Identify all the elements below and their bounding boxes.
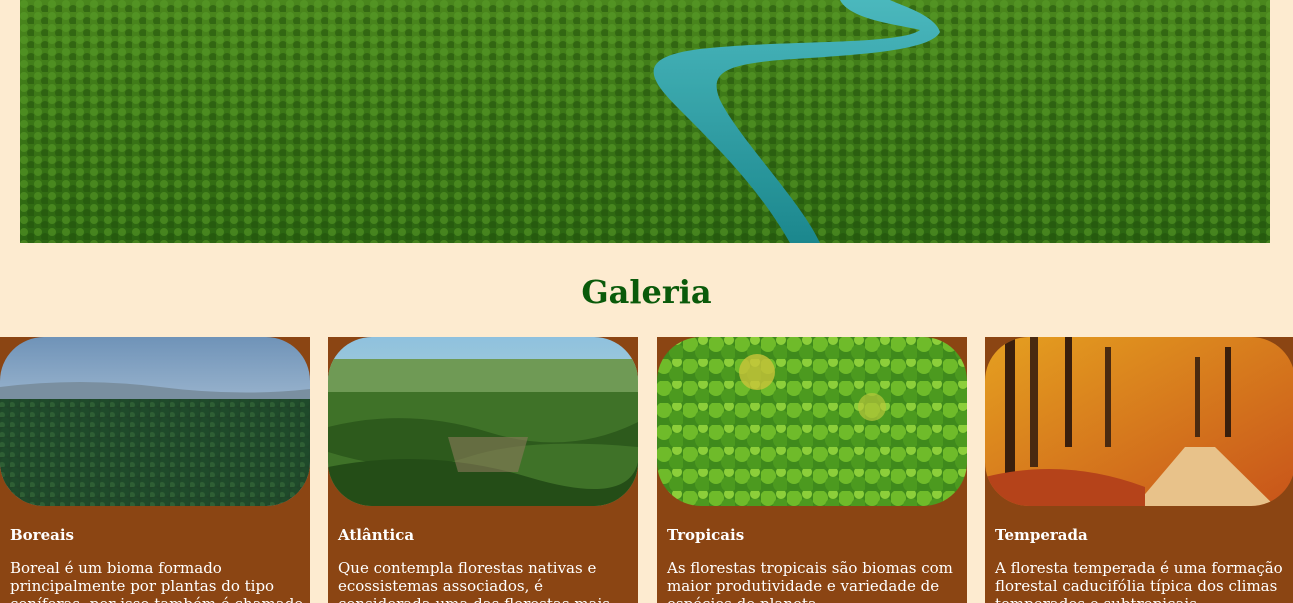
gallery-cards: Boreais Boreal é um bioma formado princi… <box>0 337 1293 603</box>
gallery-title: Galeria <box>581 273 712 311</box>
card-text: A floresta temperada é uma formação flor… <box>995 559 1283 603</box>
boreal-forest-photo <box>0 337 310 506</box>
card-text: Boreal é um bioma formado principalmente… <box>10 559 303 603</box>
card-text: As florestas tropicais são biomas com ma… <box>667 559 953 603</box>
card-text: Que contempla florestas nativas e ecossi… <box>338 559 610 603</box>
card-title: Tropicais <box>667 526 745 544</box>
card-atlantica[interactable]: Atlântica Que contempla florestas nativa… <box>328 337 638 603</box>
card-temperada[interactable]: Temperada A floresta temperada é uma for… <box>985 337 1293 603</box>
card-title: Boreais <box>10 526 74 544</box>
tropical-forest-photo <box>657 337 967 506</box>
atlantic-forest-photo <box>328 337 638 506</box>
hero-forest-river-photo <box>20 0 1270 243</box>
card-title: Atlântica <box>338 526 415 544</box>
hero-image <box>20 0 1270 243</box>
temperate-forest-photo <box>985 337 1293 506</box>
card-boreais[interactable]: Boreais Boreal é um bioma formado princi… <box>0 337 310 603</box>
card-tropicais[interactable]: Tropicais As florestas tropicais são bio… <box>657 337 967 603</box>
card-title: Temperada <box>995 526 1088 544</box>
